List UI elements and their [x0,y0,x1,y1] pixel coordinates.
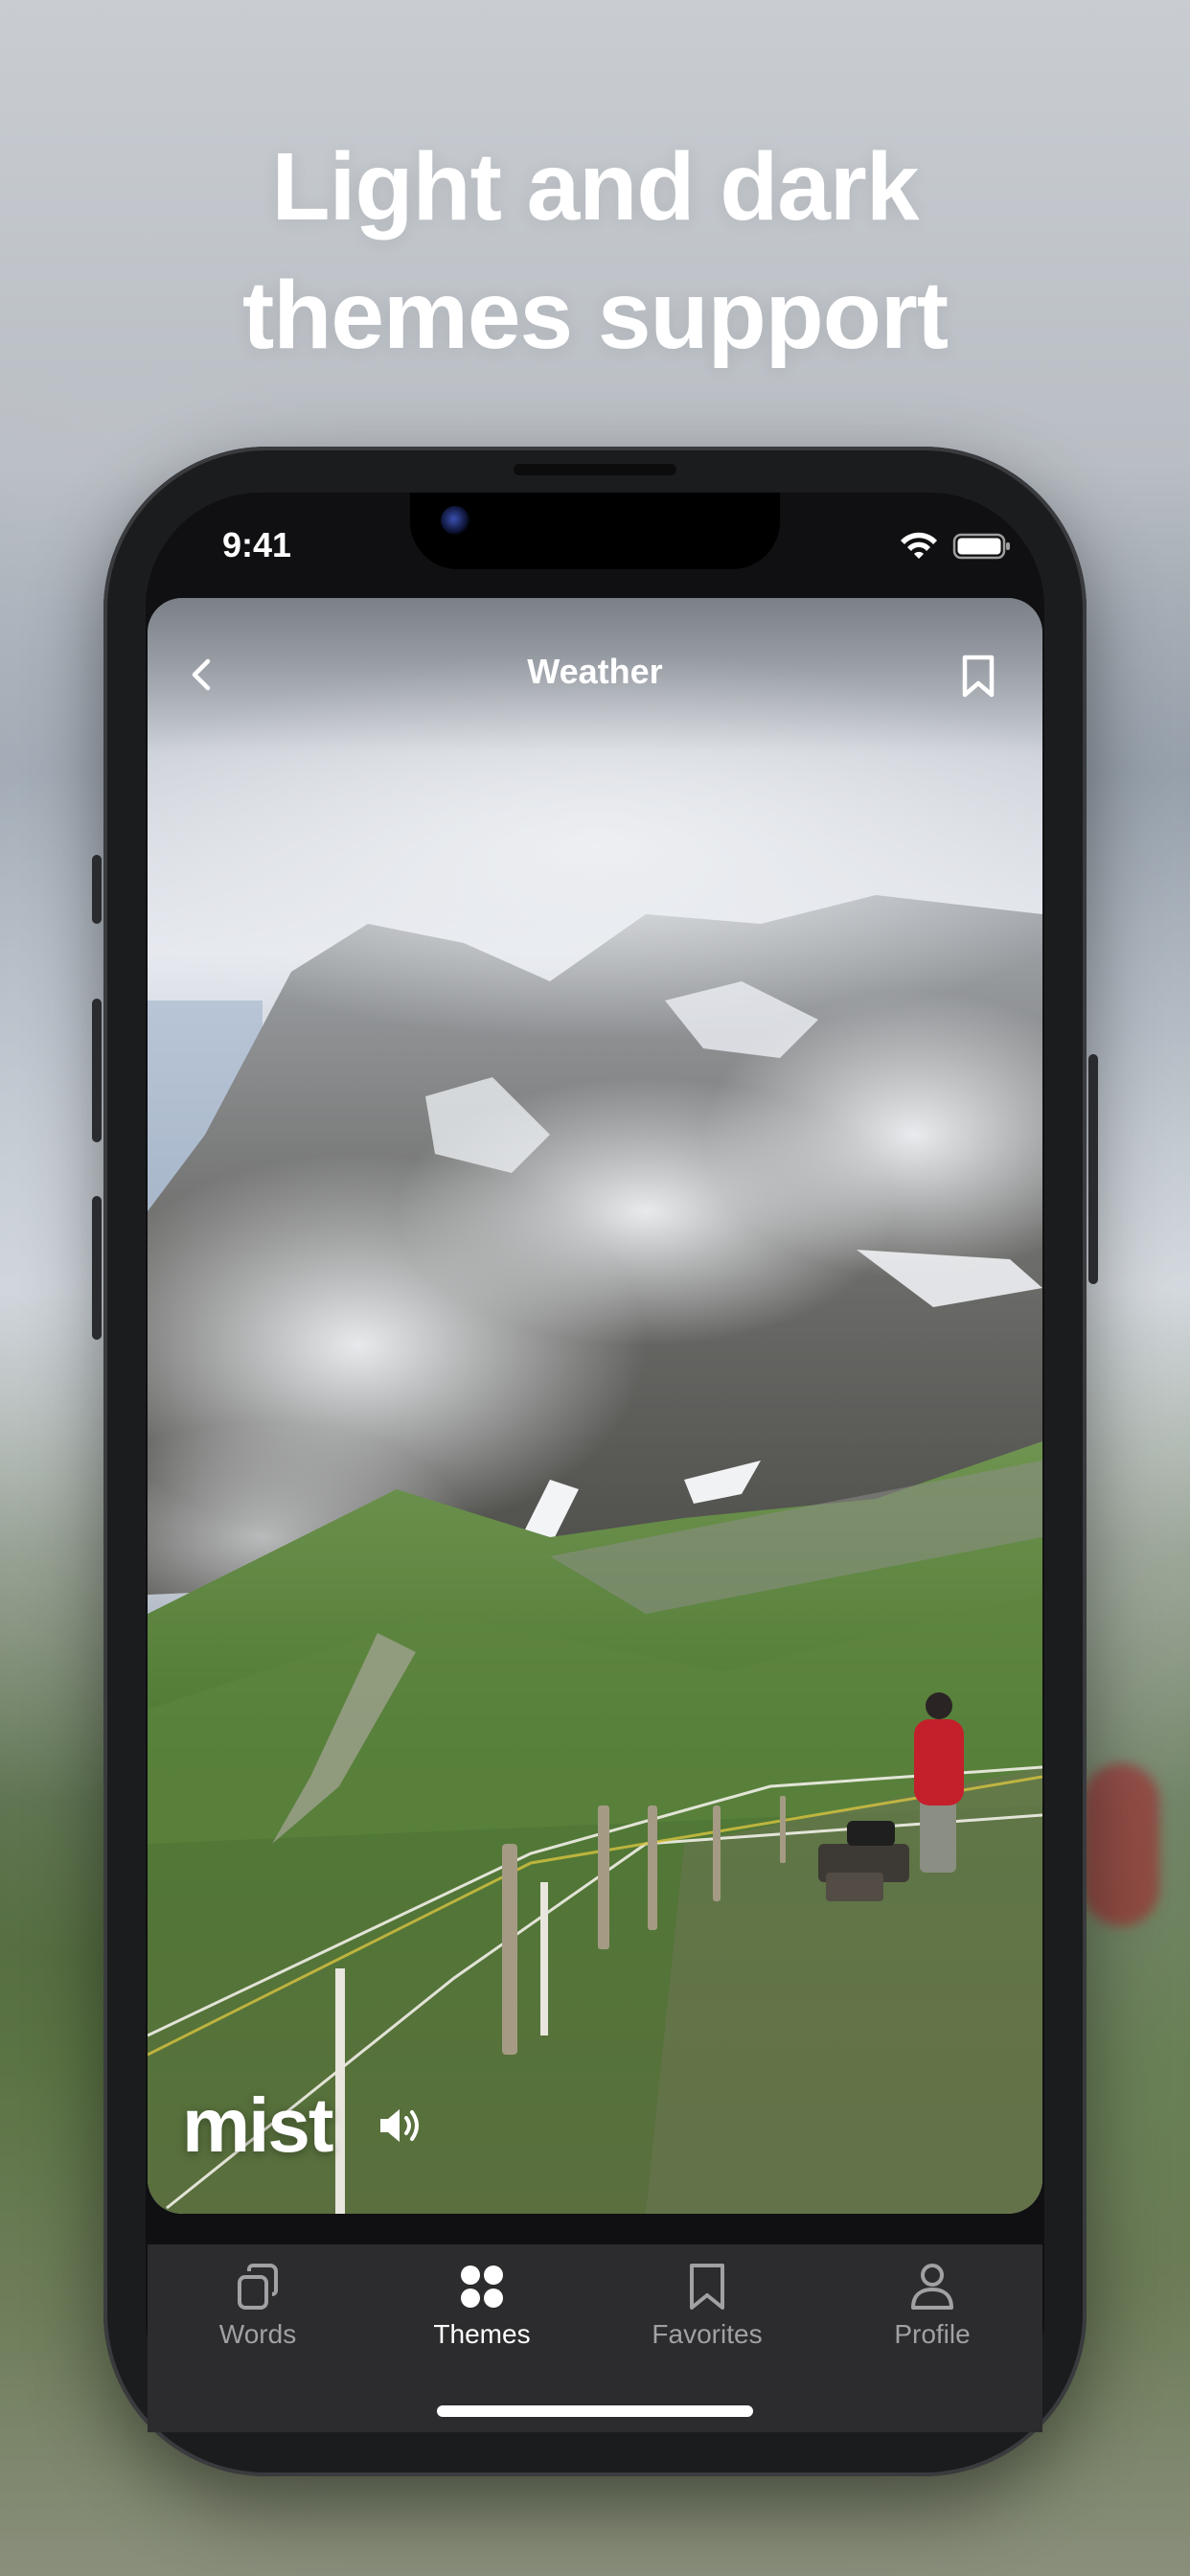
word-label: mist [182,2082,333,2168]
nav-title: Weather [527,652,663,691]
phone-volume-down-button [92,1196,102,1340]
headline-line-1: Light and dark [271,133,920,241]
tab-favorites[interactable]: Favorites [611,2260,803,2365]
back-button[interactable] [182,654,220,696]
theme-photo [148,598,1042,2214]
bookmark-button[interactable] [956,650,1000,702]
pronounce-button[interactable] [374,2103,427,2149]
tab-profile-label: Profile [894,2319,971,2349]
wifi-icon [901,532,937,559]
tab-themes-label: Themes [433,2319,531,2349]
camera-icon [441,506,469,535]
tab-words[interactable]: Words [162,2260,354,2365]
tab-favorites-label: Favorites [652,2319,763,2349]
tab-themes[interactable]: Themes [386,2260,578,2365]
battery-icon [952,533,1010,560]
speaker-icon [380,2109,419,2142]
headline-line-2: themes support [241,262,949,369]
phone-power-button [1088,1054,1098,1284]
home-indicator[interactable] [437,2405,753,2417]
dynamic-island [410,493,780,569]
bookmark-icon [690,2264,724,2310]
chevron-left-icon [192,658,211,691]
tab-words-label: Words [218,2319,297,2349]
phone-action-button [92,855,102,924]
headline: Light and dark themes support [0,123,1190,380]
cards-icon [238,2264,278,2310]
background-blur-figure [1083,1763,1159,1926]
status-time: 9:41 [222,525,292,564]
tab-profile[interactable]: Profile [836,2260,1028,2365]
phone-volume-up-button [92,999,102,1142]
status-icons [899,529,1014,564]
grid-dots-icon [461,2266,503,2308]
bookmark-icon [962,655,995,698]
phone-speaker [514,464,676,475]
person-icon [911,2264,953,2310]
